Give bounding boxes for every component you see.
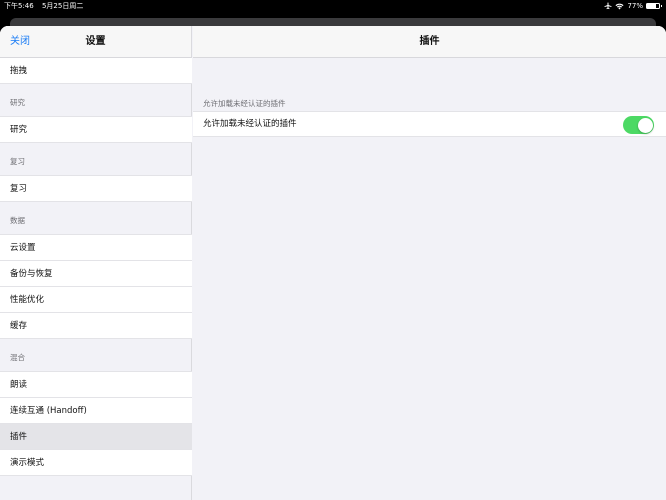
setting-row-unverified-plugins: 允许加载未经认证的插件 [193, 111, 666, 137]
battery-percent: 77% [627, 2, 643, 10]
status-bar-left: 下午5:46 5月25日周二 [4, 0, 89, 12]
status-bar-right: 77% [604, 0, 662, 12]
sidebar-list: 拖拽 研究 研究 复习 复习 数据 云设置 备份与恢复 性能优化 缓存 混合 朗读 连续互通 (Hand… [0, 58, 192, 476]
section-header-sidebar: 混合 [0, 339, 192, 372]
sidebar-item[interactable]: 性能优化 [0, 287, 192, 313]
setting-label: 允许加载未经认证的插件 [203, 119, 297, 129]
detail-pane: 插件 允许加载未经认证的插件 允许加载未经认证的插件 [193, 26, 666, 500]
section-header-sidebar: 数据 [0, 202, 192, 235]
airplane-icon [604, 2, 612, 10]
sidebar-item[interactable]: 缓存 [0, 313, 192, 339]
section-header: 允许加载未经认证的插件 [203, 99, 286, 108]
sidebar-item[interactable]: 云设置 [0, 235, 192, 261]
sidebar-item[interactable]: 研究 [0, 117, 192, 143]
sidebar-item[interactable]: 连续互通 (Handoff) [0, 398, 192, 424]
sidebar-title: 设置 [85, 36, 106, 47]
settings-sheet: 关闭 设置 拖拽 研究 研究 复习 复习 数据 云设置 备份与恢复 性能优化 缓存 混合 朗读 连续互通… [0, 26, 666, 500]
detail-title: 插件 [419, 36, 440, 47]
settings-sidebar: 关闭 设置 拖拽 研究 研究 复习 复习 数据 云设置 备份与恢复 性能优化 缓存 混合 朗读 连续互通… [0, 26, 192, 500]
battery-icon [646, 3, 662, 9]
unverified-plugins-toggle[interactable] [623, 116, 654, 134]
status-time: 下午5:46 [4, 2, 34, 10]
wifi-icon [615, 3, 624, 10]
battery-fill [647, 4, 657, 8]
sidebar-navbar: 关闭 设置 [0, 26, 191, 58]
sidebar-item[interactable]: 备份与恢复 [0, 261, 192, 287]
sidebar-item[interactable]: 插件 [0, 424, 192, 450]
sidebar-item[interactable]: 拖拽 [0, 58, 192, 84]
toggle-knob [637, 117, 653, 133]
sidebar-item[interactable]: 朗读 [0, 372, 192, 398]
status-date: 5月25日周二 [41, 2, 84, 10]
section-header-sidebar: 研究 [0, 84, 192, 117]
detail-navbar: 插件 [193, 26, 666, 58]
section-header-sidebar: 复习 [0, 143, 192, 176]
sidebar-item[interactable]: 复习 [0, 176, 192, 202]
sidebar-item[interactable]: 演示模式 [0, 450, 192, 476]
status-bar: 下午5:46 5月25日周二 77% [0, 0, 666, 12]
